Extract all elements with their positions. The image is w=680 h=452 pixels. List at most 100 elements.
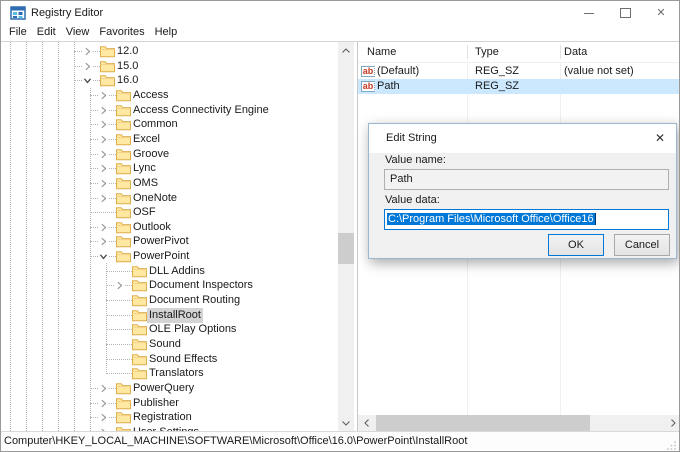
chevron-right-icon[interactable] xyxy=(98,383,109,394)
tree-item[interactable]: Excel xyxy=(1,132,338,147)
tree-item[interactable]: 12.0 xyxy=(1,44,338,59)
registry-editor-app-icon xyxy=(10,5,26,21)
tree-item[interactable]: Access Connectivity Engine xyxy=(1,103,338,118)
chevron-right-icon[interactable] xyxy=(98,412,109,423)
folder-icon xyxy=(116,162,131,175)
chevron-right-icon[interactable] xyxy=(98,163,109,174)
header-separator[interactable] xyxy=(467,45,468,59)
tree-connector-dots xyxy=(106,315,132,316)
folder-icon xyxy=(100,74,115,87)
value-row[interactable]: ab(Default)REG_SZ(value not set) xyxy=(358,64,680,79)
tree-item-label: 16.0 xyxy=(115,73,140,88)
tree-item[interactable]: OMS xyxy=(1,176,338,191)
tree-item[interactable]: PowerQuery xyxy=(1,381,338,396)
chevron-right-icon[interactable] xyxy=(98,119,109,130)
tree-item[interactable]: DLL Addins xyxy=(1,264,338,279)
chevron-down-icon[interactable] xyxy=(82,75,93,86)
folder-icon xyxy=(100,60,115,73)
column-header-type[interactable]: Type xyxy=(475,42,499,62)
tree-item[interactable]: Sound Effects xyxy=(1,352,338,367)
tree-item[interactable]: InstallRoot xyxy=(1,308,338,323)
tree-item[interactable]: Translators xyxy=(1,366,338,381)
tree-item[interactable]: PowerPoint xyxy=(1,249,338,264)
value-name: Path xyxy=(377,79,400,94)
chevron-down-icon[interactable] xyxy=(98,251,109,262)
folder-icon xyxy=(116,382,131,395)
value-name-field[interactable]: Path xyxy=(384,169,669,190)
scroll-down-arrow-icon[interactable] xyxy=(338,415,354,431)
menu-edit[interactable]: Edit xyxy=(32,25,61,41)
value-row[interactable]: abPathREG_SZ xyxy=(358,79,680,94)
chevron-right-icon[interactable] xyxy=(98,178,109,189)
tree-item-label: Translators xyxy=(147,366,206,381)
tree-item[interactable]: Lync xyxy=(1,161,338,176)
tree-connector-dots xyxy=(106,344,132,345)
registry-tree-panel: 12.015.016.0AccessAccess Connectivity En… xyxy=(1,42,338,431)
tree-item-label: PowerPivot xyxy=(131,234,191,249)
folder-icon xyxy=(116,206,131,219)
chevron-right-icon[interactable] xyxy=(114,280,125,291)
chevron-right-icon[interactable] xyxy=(82,46,93,57)
menu-file[interactable]: File xyxy=(4,25,32,41)
tree-item[interactable]: Outlook xyxy=(1,220,338,235)
value-data-label: Value data: xyxy=(385,194,440,207)
tree-item[interactable]: Sound xyxy=(1,337,338,352)
column-header-data[interactable]: Data xyxy=(564,42,587,62)
folder-icon xyxy=(132,367,147,380)
close-button[interactable]: ✕ xyxy=(643,1,679,25)
ok-button[interactable]: OK xyxy=(548,234,604,256)
list-horizontal-scrollbar[interactable] xyxy=(358,415,680,431)
tree-item[interactable]: Groove xyxy=(1,147,338,162)
chevron-right-icon[interactable] xyxy=(98,222,109,233)
folder-icon xyxy=(116,148,131,161)
chevron-right-icon[interactable] xyxy=(82,61,93,72)
tree-item[interactable]: OLE Play Options xyxy=(1,322,338,337)
minimize-button[interactable] xyxy=(571,1,607,25)
menu-help[interactable]: Help xyxy=(150,25,183,41)
folder-icon xyxy=(132,353,147,366)
tree-item[interactable]: 16.0 xyxy=(1,73,338,88)
tree-item[interactable]: 15.0 xyxy=(1,59,338,74)
folder-icon xyxy=(132,294,147,307)
list-scrollbar-thumb[interactable] xyxy=(376,415,590,431)
tree-item[interactable]: Common xyxy=(1,117,338,132)
chevron-right-icon[interactable] xyxy=(98,134,109,145)
string-value-icon: ab xyxy=(361,81,375,92)
column-header-name[interactable]: Name xyxy=(367,42,396,62)
tree-item[interactable]: Publisher xyxy=(1,396,338,411)
value-name: (Default) xyxy=(377,64,419,79)
chevron-right-icon[interactable] xyxy=(98,149,109,160)
scroll-right-arrow-icon[interactable] xyxy=(665,415,680,431)
scroll-left-arrow-icon[interactable] xyxy=(358,415,374,431)
tree-item[interactable]: Document Routing xyxy=(1,293,338,308)
cancel-button[interactable]: Cancel xyxy=(614,234,670,256)
tree-item[interactable]: OSF xyxy=(1,205,338,220)
folder-icon xyxy=(116,89,131,102)
menu-view[interactable]: View xyxy=(61,25,95,41)
tree-item[interactable]: PowerPivot xyxy=(1,234,338,249)
scroll-up-arrow-icon[interactable] xyxy=(338,42,354,58)
list-column-header: Name Type Data xyxy=(358,42,680,63)
tree-item[interactable]: OneNote xyxy=(1,191,338,206)
tree-vertical-scrollbar[interactable] xyxy=(338,42,354,431)
resize-grip[interactable] xyxy=(667,440,677,450)
chevron-right-icon[interactable] xyxy=(98,90,109,101)
chevron-right-icon[interactable] xyxy=(98,398,109,409)
maximize-button[interactable] xyxy=(607,1,643,25)
value-data-field[interactable]: C:\Program Files\Microsoft Office\Office… xyxy=(384,209,669,230)
tree-item[interactable]: Access xyxy=(1,88,338,103)
menu-favorites[interactable]: Favorites xyxy=(94,25,149,41)
tree-item-label: Groove xyxy=(131,147,171,162)
chevron-right-icon[interactable] xyxy=(98,236,109,247)
tree-item[interactable]: Document Inspectors xyxy=(1,278,338,293)
chevron-right-icon[interactable] xyxy=(98,193,109,204)
chevron-right-icon[interactable] xyxy=(98,105,109,116)
tree-scrollbar-thumb[interactable] xyxy=(338,233,354,264)
tree-connector-dots xyxy=(106,271,132,272)
minimize-icon xyxy=(584,13,594,14)
tree-item[interactable]: Registration xyxy=(1,410,338,425)
dialog-title: Edit String xyxy=(386,124,437,153)
header-separator[interactable] xyxy=(560,45,561,59)
dialog-close-button[interactable]: ✕ xyxy=(648,124,672,153)
tree-item-label: Outlook xyxy=(131,220,173,235)
